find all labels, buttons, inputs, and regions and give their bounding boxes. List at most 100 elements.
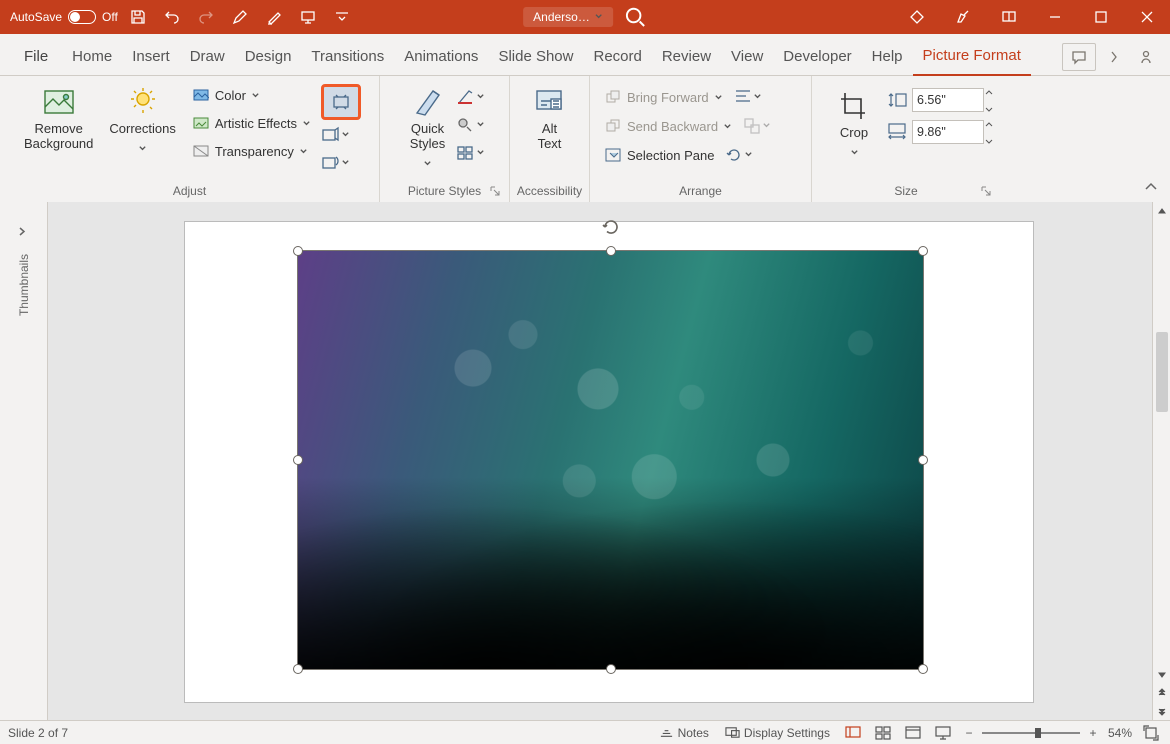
prev-slide-button[interactable] — [1153, 684, 1170, 702]
share-button[interactable] — [1132, 43, 1160, 71]
resize-handle-t[interactable] — [606, 246, 616, 256]
collapse-ribbon-button[interactable] — [1144, 180, 1162, 198]
next-slide-button[interactable] — [1153, 702, 1170, 720]
thumbnail-pane[interactable]: Thumbnails — [0, 202, 48, 720]
group-button[interactable] — [742, 113, 772, 139]
notes-button[interactable]: Notes — [655, 722, 713, 744]
spinner-arrows[interactable] — [985, 121, 997, 145]
search-button[interactable] — [623, 5, 647, 29]
scroll-thumb[interactable] — [1156, 332, 1168, 412]
vertical-scrollbar[interactable] — [1152, 202, 1170, 720]
send-backward-button[interactable]: Send Backward — [598, 113, 738, 139]
qat-customize-button[interactable] — [328, 3, 356, 31]
resize-handle-bl[interactable] — [293, 664, 303, 674]
tab-slide-show[interactable]: Slide Show — [488, 40, 583, 75]
tab-picture-format[interactable]: Picture Format — [913, 39, 1031, 76]
change-picture-button[interactable] — [321, 122, 351, 148]
tab-home[interactable]: Home — [62, 40, 122, 75]
qat-highlighter-icon[interactable] — [260, 3, 288, 31]
mic-icon[interactable] — [940, 0, 986, 34]
remove-background-button[interactable]: Remove Background — [16, 80, 101, 180]
diamond-icon[interactable] — [894, 0, 940, 34]
reading-view-button[interactable] — [902, 723, 924, 743]
tab-review[interactable]: Review — [652, 40, 721, 75]
tab-animations[interactable]: Animations — [394, 40, 488, 75]
corrections-button[interactable]: Corrections — [101, 80, 183, 180]
spinner-arrows[interactable] — [985, 89, 997, 113]
slide-canvas[interactable] — [48, 202, 1170, 720]
alt-text-button[interactable]: Alt Text — [524, 80, 576, 180]
rotate-handle[interactable] — [599, 215, 623, 239]
tab-help[interactable]: Help — [862, 40, 913, 75]
picture-border-button[interactable] — [456, 84, 486, 110]
resize-handle-r[interactable] — [918, 455, 928, 465]
bring-forward-icon — [604, 88, 622, 106]
slide[interactable] — [185, 222, 1033, 702]
picture-layout-button[interactable] — [456, 140, 486, 166]
maximize-button[interactable] — [1078, 0, 1124, 34]
zoom-in-button[interactable]: + — [1086, 726, 1100, 740]
selection-pane-button[interactable]: Selection Pane — [598, 142, 720, 168]
group-label-accessibility: Accessibility — [514, 180, 585, 202]
width-icon — [886, 123, 908, 141]
resize-handle-b[interactable] — [606, 664, 616, 674]
reset-picture-button[interactable] — [321, 150, 351, 176]
resize-handle-l[interactable] — [293, 455, 303, 465]
color-button[interactable]: Color — [186, 82, 317, 108]
zoom-out-button[interactable]: − — [962, 726, 976, 740]
resize-handle-tl[interactable] — [293, 246, 303, 256]
shape-height-input[interactable]: 6.56" — [886, 88, 984, 112]
fit-to-window-button[interactable] — [1140, 723, 1162, 743]
collab-nav-button[interactable] — [1102, 43, 1126, 71]
minimize-button[interactable] — [1032, 0, 1078, 34]
slideshow-view-button[interactable] — [932, 723, 954, 743]
zoom-track[interactable] — [982, 732, 1080, 734]
close-button[interactable] — [1124, 0, 1170, 34]
redo-button[interactable] — [192, 3, 220, 31]
transparency-button[interactable]: Transparency — [186, 138, 317, 164]
save-button[interactable] — [124, 3, 152, 31]
picture-effects-button[interactable] — [456, 112, 486, 138]
window-options-icon[interactable] — [986, 0, 1032, 34]
tab-design[interactable]: Design — [235, 40, 302, 75]
quick-styles-button[interactable]: Quick Styles — [402, 80, 454, 180]
selected-picture[interactable] — [297, 250, 924, 670]
zoom-value[interactable]: 54% — [1108, 726, 1132, 740]
artistic-effects-button[interactable]: Artistic Effects — [186, 110, 317, 136]
tab-record[interactable]: Record — [583, 40, 651, 75]
qat-present-icon[interactable] — [294, 3, 322, 31]
document-name[interactable]: Anderso… — [523, 7, 613, 27]
compress-pictures-button[interactable] — [321, 84, 361, 120]
group-launcher-picture-styles[interactable] — [489, 185, 503, 199]
tab-file[interactable]: File — [18, 40, 62, 75]
undo-button[interactable] — [158, 3, 186, 31]
bring-forward-button[interactable]: Bring Forward — [598, 84, 729, 110]
normal-view-button[interactable] — [842, 723, 864, 743]
resize-handle-tr[interactable] — [918, 246, 928, 256]
slide-indicator[interactable]: Slide 2 of 7 — [8, 726, 68, 740]
zoom-thumb[interactable] — [1035, 728, 1041, 738]
send-backward-icon — [604, 117, 622, 135]
scroll-down-button[interactable] — [1153, 666, 1170, 684]
comments-button[interactable] — [1062, 43, 1096, 71]
shape-width-input[interactable]: 9.86" — [886, 120, 984, 144]
slide-sorter-view-button[interactable] — [872, 723, 894, 743]
rotate-button[interactable] — [724, 142, 754, 168]
display-settings-button[interactable]: Display Settings — [721, 722, 834, 744]
tab-insert[interactable]: Insert — [122, 40, 180, 75]
autosave-toggle[interactable]: AutoSave Off — [10, 10, 118, 24]
tab-view[interactable]: View — [721, 40, 773, 75]
group-launcher-size[interactable] — [980, 185, 994, 199]
tab-developer[interactable]: Developer — [773, 40, 861, 75]
scroll-up-button[interactable] — [1153, 202, 1170, 220]
tab-transitions[interactable]: Transitions — [301, 40, 394, 75]
zoom-slider[interactable]: − + — [962, 726, 1100, 740]
resize-handle-br[interactable] — [918, 664, 928, 674]
title-bar: AutoSave Off Anderso… — [0, 0, 1170, 34]
crop-button[interactable]: Crop — [828, 84, 880, 180]
expand-thumbnails-button[interactable] — [17, 224, 31, 238]
group-label-adjust: Adjust — [4, 180, 375, 202]
qat-pen-icon[interactable] — [226, 3, 254, 31]
align-button[interactable] — [733, 84, 763, 110]
tab-draw[interactable]: Draw — [180, 40, 235, 75]
